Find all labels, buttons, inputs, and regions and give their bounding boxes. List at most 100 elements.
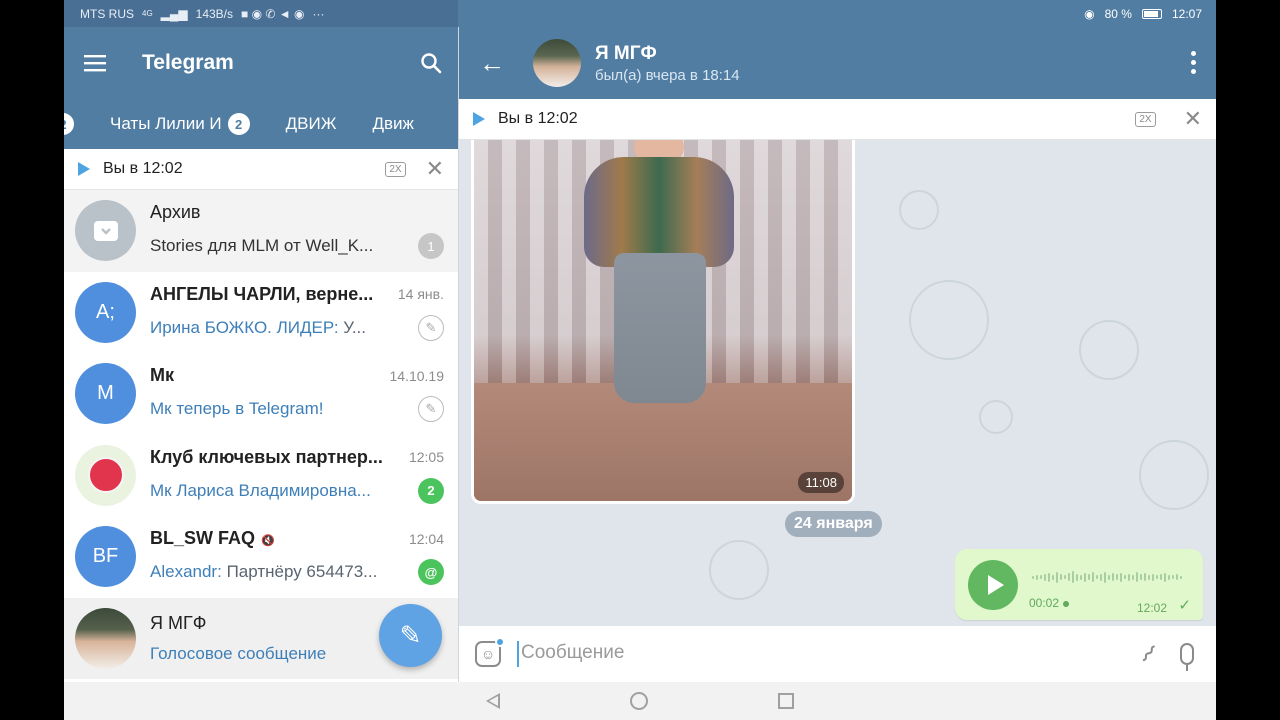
waveform-bar: [1124, 575, 1126, 579]
nav-recents-icon[interactable]: [778, 693, 794, 709]
message-sender: Ирина БОЖКО. ЛИДЕР:: [150, 317, 339, 337]
clock: 12:07: [1171, 6, 1202, 21]
more-notifications-icon: ···: [312, 6, 325, 21]
voice-time: 12:02: [1136, 601, 1167, 615]
chat-name: Клуб ключевых партнер...: [150, 446, 383, 467]
waveform-bar: [1116, 574, 1118, 580]
play-icon[interactable]: [473, 112, 485, 126]
waveform-bar: [1056, 571, 1058, 583]
close-icon[interactable]: ✕: [1184, 108, 1202, 130]
chat-row-bl-sw-faq[interactable]: BF BL_SW FAQ 🔇 12:04 Alexandr: Партнёру 6…: [64, 516, 458, 598]
pin-icon: ✎: [418, 396, 444, 423]
waveform-bar: [1160, 574, 1162, 580]
audio-player-bar[interactable]: Вы в 12:02 2X ✕: [64, 149, 458, 190]
avatar: А;: [75, 281, 136, 343]
waveform-bar: [1128, 573, 1130, 581]
unread-badge: 2: [418, 477, 444, 504]
screen: MTS RUS 4G ▂▄▆ 143B/s ■ ◉ ✆ ◄ ◉ ··· ◉ 80…: [64, 0, 1216, 720]
waveform-bar: [1076, 573, 1078, 581]
status-bar-right: ◉ 80 % 12:07: [458, 0, 1216, 27]
archive-avatar: [75, 200, 136, 262]
sticker-emoji-icon[interactable]: ☺: [475, 637, 505, 667]
background-doodle: [709, 540, 769, 600]
compose-button[interactable]: ✎: [379, 604, 442, 667]
chat-row-text: Архив Stories для MLM от Well_K... 1: [136, 202, 458, 260]
chat-date: 14.10.19: [389, 367, 445, 384]
conversation-avatar[interactable]: [533, 39, 581, 87]
muted-icon: 🔇: [261, 535, 275, 548]
chat-last-message: Stories для MLM от Well_K...: [150, 236, 374, 256]
battery-icon: [1141, 8, 1162, 19]
conversation-panel: ← Я МГФ был(а) вчера в 18:14 Вы в 12:02 …: [459, 27, 1216, 682]
microphone-icon[interactable]: [1180, 643, 1194, 671]
chat-last-message: Alexandr: Партнёру 654473...: [150, 562, 410, 582]
close-icon[interactable]: ✕: [426, 158, 444, 180]
background-doodle: [1139, 440, 1209, 510]
voice-duration-text: 00:02: [1029, 596, 1060, 610]
pencil-icon: ✎: [399, 620, 422, 650]
new-indicator-dot: [495, 637, 505, 647]
chat-name: BL_SW FAQ 🔇: [150, 528, 401, 549]
waveform-bar: [1100, 573, 1102, 581]
audio-player-bar[interactable]: Вы в 12:02 2X ✕: [459, 99, 1216, 140]
waveform-bar: [1032, 575, 1034, 579]
tab-label: Движ: [372, 114, 414, 133]
record-logo-icon: [87, 457, 124, 494]
message-input[interactable]: Сообщение: [517, 641, 1142, 667]
tab-dvizh[interactable]: Движ: [336, 114, 413, 134]
waveform-bar: [1088, 574, 1090, 580]
left-header: Telegram: [64, 27, 458, 99]
waveform-bar: [1068, 573, 1070, 581]
conversation-title-block[interactable]: Я МГФ был(а) вчера в 18:14: [595, 43, 740, 84]
waveform-bar: [1156, 575, 1158, 579]
menu-icon[interactable]: [84, 54, 106, 72]
chat-row-archive[interactable]: Архив Stories для MLM от Well_K... 1: [64, 190, 458, 272]
waveform-bar: [1144, 573, 1146, 581]
waveform-bar: [1148, 574, 1150, 580]
system-nav-bar: [64, 682, 1216, 720]
more-options-icon[interactable]: [1191, 51, 1196, 74]
voice-duration: 00:02: [1029, 596, 1070, 610]
chat-row-club[interactable]: Клуб ключевых партнер... 12:05 Мк Лариса…: [64, 434, 458, 516]
chat-row-angels[interactable]: А; АНГЕЛЫ ЧАРЛИ, верне... 14 янв. Ирина …: [64, 271, 458, 353]
chat-background: 11:08 24 января 00:02 12:02 ✓: [459, 140, 1216, 626]
tab-dvizh-caps[interactable]: ДВИЖ: [250, 114, 337, 134]
nav-home-icon[interactable]: [630, 692, 648, 710]
voice-play-button[interactable]: [968, 560, 1018, 610]
voice-waveform[interactable]: [1032, 569, 1182, 585]
carrier-label: MTS RUS: [80, 6, 134, 21]
waveform-bar: [1044, 573, 1046, 581]
waveform-bar: [1052, 574, 1054, 580]
waveform-bar: [1084, 572, 1086, 582]
nav-back-icon[interactable]: [486, 693, 500, 709]
playback-speed-button[interactable]: 2X: [385, 161, 406, 177]
chat-name: АНГЕЛЫ ЧАРЛИ, верне...: [150, 283, 374, 304]
playback-speed-button[interactable]: 2X: [1135, 111, 1156, 127]
person-figure: [614, 253, 706, 403]
waveform-bar: [1112, 573, 1114, 581]
battery-percent: 80 %: [1104, 6, 1132, 21]
chat-last-message: Мк Лариса Владимировна...: [150, 480, 371, 500]
waveform-bar: [1152, 573, 1154, 581]
waveform-bar: [1036, 574, 1038, 580]
avatar: BF: [75, 526, 136, 588]
chat-row-text: АНГЕЛЫ ЧАРЛИ, верне... 14 янв. Ирина БОЖ…: [136, 284, 458, 341]
avatar: [75, 444, 136, 506]
voice-message-bubble[interactable]: 00:02 12:02 ✓: [955, 549, 1203, 620]
chat-row-mk[interactable]: М Мк 14.10.19 Мк теперь в Telegram! ✎: [64, 353, 458, 435]
play-icon[interactable]: [78, 162, 90, 176]
back-arrow-icon[interactable]: ←: [479, 48, 505, 79]
search-icon[interactable]: [420, 52, 442, 74]
status-bar: MTS RUS 4G ▂▄▆ 143B/s ■ ◉ ✆ ◄ ◉ ··· ◉ 80…: [64, 0, 1216, 27]
pin-icon: ✎: [418, 314, 444, 341]
tab-chats-lilii[interactable]: Чаты Лилии И 2: [74, 113, 250, 135]
waveform-bar: [1080, 574, 1082, 580]
waveform-bar: [1060, 574, 1062, 580]
tab-badge: 2: [64, 113, 74, 135]
waveform-bar: [1092, 572, 1094, 582]
video-message[interactable]: 11:08: [471, 140, 855, 504]
waveform-bar: [1120, 572, 1122, 582]
waveform-bar: [1040, 575, 1042, 579]
waveform-bar: [1176, 574, 1178, 580]
tab-previous[interactable]: 2: [64, 113, 74, 135]
